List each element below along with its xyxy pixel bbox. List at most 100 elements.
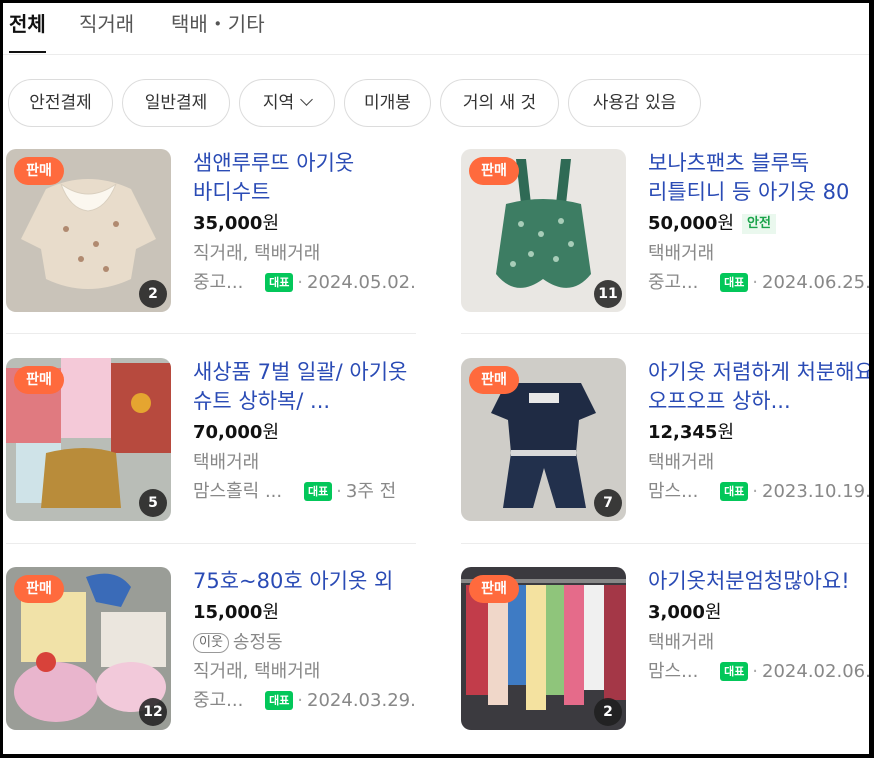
- sale-badge: 판매: [14, 157, 64, 185]
- filter-region[interactable]: 지역: [239, 79, 335, 127]
- product-title[interactable]: 새상품 7벌 일괄/ 아기옷 슈트 상하복/ ...: [193, 358, 438, 416]
- photo-count-badge: 7: [594, 489, 622, 517]
- source-row: 맘스홀릭 ... 대표 · 3주 전: [193, 481, 397, 502]
- product-title[interactable]: 샘앤루루뜨 아기옷 바디수트: [193, 149, 438, 207]
- product-price: 3,000원: [648, 598, 869, 628]
- price-value: 3,000: [648, 602, 705, 623]
- photo-count-badge: 11: [594, 280, 622, 308]
- product-card[interactable]: 판매 5 새상품 7벌 일괄/ 아기옷 슈트 상하복/ ... 70,000원 …: [6, 358, 436, 528]
- product-thumbnail[interactable]: 판매 2: [461, 567, 626, 730]
- category-tabs: 전체 직거래 택배・기타: [3, 3, 869, 55]
- tab-direct-trade[interactable]: 직거래: [79, 9, 134, 53]
- filter-safe-payment[interactable]: 안전결제: [8, 79, 113, 127]
- filter-like-new[interactable]: 거의 새 것: [440, 79, 559, 127]
- filter-label: 안전결제: [29, 93, 92, 113]
- sale-badge: 판매: [469, 366, 519, 394]
- filter-unopened[interactable]: 미개봉: [344, 79, 431, 127]
- filter-used[interactable]: 사용감 있음: [568, 79, 701, 127]
- product-title[interactable]: 75호~80호 아기옷 외: [193, 567, 438, 596]
- trade-method: 직거래, 택배거래: [193, 661, 321, 682]
- location-name: 송정동: [232, 632, 283, 653]
- post-date: 2024.03.29.: [307, 690, 416, 711]
- product-info: 75호~80호 아기옷 외 15,000원 이웃 송정동 직거래, 택배거래 중고…: [193, 567, 438, 715]
- row-divider: [6, 543, 416, 544]
- filter-general-payment[interactable]: 일반결제: [122, 79, 230, 127]
- product-card[interactable]: 판매 12 75호~80호 아기옷 외 15,000원 이웃 송정동 직거래, 택…: [6, 567, 436, 737]
- product-thumbnail[interactable]: 판매 11: [461, 149, 626, 312]
- product-title[interactable]: 보나츠팬츠 블루독 리틀티니 등 아기옷 80: [648, 149, 869, 207]
- price-value: 15,000: [193, 602, 263, 623]
- source-name[interactable]: 중고...: [648, 272, 698, 293]
- sale-badge: 판매: [14, 366, 64, 394]
- filter-label: 지역: [262, 93, 295, 113]
- naver-badge: 대표: [720, 482, 749, 501]
- product-price: 35,000원: [193, 209, 438, 239]
- price-unit: 원: [717, 422, 735, 443]
- product-thumbnail[interactable]: 판매 5: [6, 358, 171, 521]
- filter-label: 일반결제: [144, 93, 208, 113]
- product-info: 아기옷 저렴하게 처분해요 오프오프 상하... 12,345원 택배거래 맘스…: [648, 358, 869, 506]
- product-title[interactable]: 아기옷처분엄청많아요!: [648, 567, 869, 596]
- price-value: 70,000: [193, 422, 263, 443]
- product-card[interactable]: 판매 2 샘앤루루뜨 아기옷 바디수트 35,000원 직거래, 택배거래 중고…: [6, 149, 436, 319]
- photo-count-badge: 2: [139, 280, 167, 308]
- tab-all[interactable]: 전체: [9, 9, 46, 53]
- price-value: 35,000: [193, 213, 263, 234]
- trade-method: 택배거래: [648, 243, 715, 264]
- product-info: 아기옷처분엄청많아요! 3,000원 택배거래 맘스... 대표 · 2024.02.…: [648, 567, 869, 686]
- source-name[interactable]: 맘스홀릭 ...: [193, 481, 282, 502]
- source-row: 중고... 대표 · 2024.05.02.: [193, 272, 416, 293]
- price-value: 50,000: [648, 213, 718, 234]
- trade-method: 택배거래: [193, 452, 260, 473]
- photo-count-badge: 12: [139, 698, 167, 726]
- price-unit: 원: [262, 602, 280, 623]
- price-unit: 원: [704, 602, 722, 623]
- row-divider: [461, 333, 869, 334]
- source-name[interactable]: 맘스...: [648, 481, 698, 502]
- post-date: 3주 전: [345, 481, 397, 502]
- product-thumbnail[interactable]: 판매 2: [6, 149, 171, 312]
- product-card[interactable]: 판매 2 아기옷처분엄청많아요! 3,000원 택배거래 맘스... 대표 · 202…: [461, 567, 869, 737]
- search-results-panel: 전체 직거래 택배・기타 안전결제 일반결제 지역 미개봉 거의 새 것 사용감…: [3, 3, 869, 754]
- source-name[interactable]: 중고...: [193, 272, 243, 293]
- trade-method: 택배거래: [648, 632, 715, 653]
- location-row: 이웃 송정동: [193, 628, 438, 657]
- post-date: 2024.06.25.: [762, 272, 869, 293]
- chevron-down-icon: [300, 93, 314, 106]
- price-value: 12,345: [648, 422, 718, 443]
- product-info: 샘앤루루뜨 아기옷 바디수트 35,000원 직거래, 택배거래 중고... 대표…: [193, 149, 438, 297]
- source-name[interactable]: 중고...: [193, 690, 243, 711]
- product-card[interactable]: 판매 11 보나츠팬츠 블루독 리틀티니 등 아기옷 80 50,000원 안전 …: [461, 149, 869, 319]
- price-unit: 원: [262, 422, 280, 443]
- naver-badge: 대표: [265, 273, 294, 292]
- price-unit: 원: [262, 213, 280, 234]
- product-price: 15,000원: [193, 598, 438, 628]
- product-price: 12,345원: [648, 418, 869, 448]
- trade-method: 택배거래: [648, 452, 715, 473]
- product-info: 새상품 7벌 일괄/ 아기옷 슈트 상하복/ ... 70,000원 택배거래 …: [193, 358, 438, 506]
- source-row: 맘스... 대표 · 2023.10.19.: [648, 481, 869, 502]
- source-row: 맘스... 대표 · 2024.02.06.: [648, 661, 869, 682]
- sale-badge: 판매: [469, 575, 519, 603]
- price-unit: 원: [717, 213, 735, 234]
- product-info: 보나츠팬츠 블루독 리틀티니 등 아기옷 80 50,000원 안전 택배거래 중…: [648, 149, 869, 297]
- product-card[interactable]: 판매 7 아기옷 저렴하게 처분해요 오프오프 상하... 12,345원 택배…: [461, 358, 869, 528]
- post-date: 2024.02.06.: [762, 661, 869, 682]
- post-date: 2023.10.19.: [762, 481, 869, 502]
- naver-badge: 대표: [265, 691, 294, 710]
- product-price: 70,000원: [193, 418, 438, 448]
- source-name[interactable]: 맘스...: [648, 661, 698, 682]
- source-row: 중고... 대표 · 2024.06.25.: [648, 272, 869, 293]
- sale-badge: 판매: [469, 157, 519, 185]
- product-thumbnail[interactable]: 판매 7: [461, 358, 626, 521]
- post-date: 2024.05.02.: [307, 272, 416, 293]
- filter-label: 미개봉: [364, 93, 411, 113]
- product-price: 50,000원 안전: [648, 209, 869, 239]
- product-title[interactable]: 아기옷 저렴하게 처분해요 오프오프 상하...: [648, 358, 869, 416]
- naver-badge: 대표: [304, 482, 333, 501]
- safe-payment-badge: 안전: [742, 214, 776, 234]
- product-thumbnail[interactable]: 판매 12: [6, 567, 171, 730]
- photo-count-badge: 2: [594, 698, 622, 726]
- neighbor-tag: 이웃: [193, 633, 229, 653]
- tab-delivery-etc[interactable]: 택배・기타: [171, 9, 265, 53]
